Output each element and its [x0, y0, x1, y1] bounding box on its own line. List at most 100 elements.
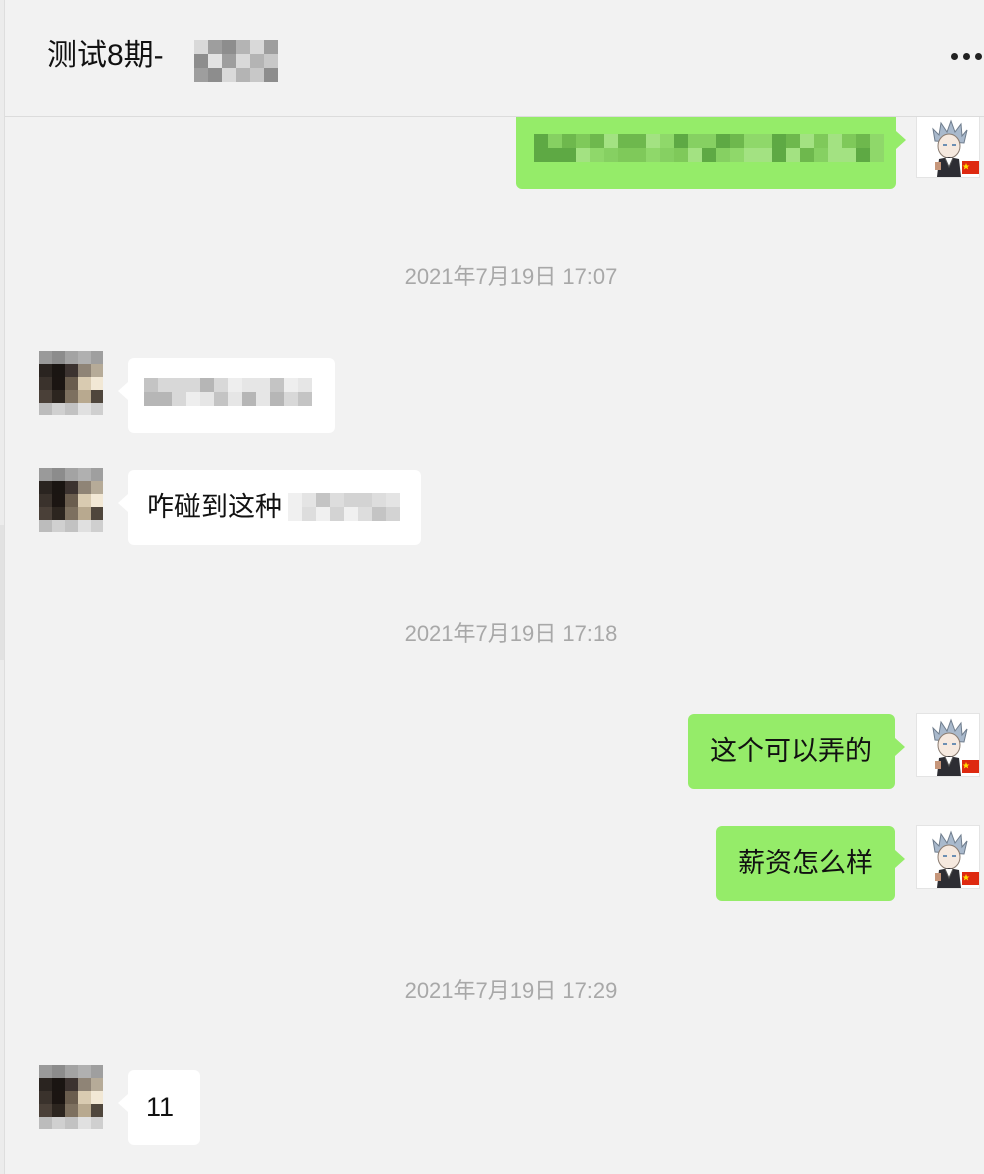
avatar-pixel: [78, 507, 91, 520]
chat-title: 测试8期-: [47, 39, 164, 72]
redacted-message-text: [144, 378, 312, 406]
avatar-pixel: [52, 390, 65, 403]
mosaic-cell: [688, 148, 702, 162]
mosaic-cell: [730, 148, 744, 162]
mosaic-cell: [800, 148, 814, 162]
avatar-pixel: [78, 494, 91, 507]
mosaic-cell: [618, 134, 632, 148]
mosaic-cell: [302, 507, 316, 521]
self-avatar[interactable]: [916, 825, 980, 889]
message-bubble-incoming[interactable]: 11: [118, 1070, 200, 1145]
avatar-pixel: [91, 1091, 103, 1104]
mosaic-cell: [758, 134, 772, 148]
avatar-pixel: [78, 1078, 91, 1091]
mosaic-cell: [236, 40, 250, 54]
mosaic-cell: [222, 54, 236, 68]
mosaic-cell: [590, 148, 604, 162]
message-bubble-incoming[interactable]: 咋碰到这种: [118, 470, 421, 545]
avatar-pixel: [91, 494, 103, 507]
mosaic-cell: [236, 54, 250, 68]
message-bubble-outgoing[interactable]: 这个可以弄的: [688, 714, 905, 789]
avatar-pixel: [65, 1065, 78, 1078]
avatar-pixel: [39, 1104, 52, 1117]
mosaic-cell: [208, 40, 222, 54]
self-avatar[interactable]: [916, 713, 980, 777]
avatar-pixel: [39, 403, 52, 415]
avatar-pixel: [91, 468, 103, 481]
avatar-pixel: [65, 520, 78, 532]
mosaic-cell: [236, 68, 250, 82]
avatar-pixel: [78, 1117, 91, 1129]
avatar-pixel: [52, 1091, 65, 1104]
contact-avatar[interactable]: [39, 468, 103, 532]
self-avatar[interactable]: [916, 117, 980, 178]
avatar-pixel: [52, 481, 65, 494]
avatar-pixel: [65, 481, 78, 494]
mosaic-cell: [284, 392, 298, 406]
mosaic-cell: [674, 148, 688, 162]
mosaic-cell: [702, 148, 716, 162]
avatar-pixel: [78, 468, 91, 481]
mosaic-cell: [330, 493, 344, 507]
mosaic-cell: [828, 148, 842, 162]
message-bubble-incoming[interactable]: [118, 358, 335, 433]
redacted-title-suffix: [194, 40, 278, 82]
mosaic-cell: [828, 134, 842, 148]
avatar-pixel: [39, 377, 52, 390]
redacted-message-text: [534, 134, 884, 162]
mosaic-cell: [548, 134, 562, 148]
mosaic-cell: [814, 134, 828, 148]
contact-avatar-image: [39, 351, 103, 415]
contact-avatar[interactable]: [39, 1065, 103, 1129]
mosaic-cell: [158, 378, 172, 392]
mosaic-cell: [172, 378, 186, 392]
mosaic-cell: [562, 148, 576, 162]
avatar-pixel: [78, 351, 91, 364]
timestamp-divider: 2021年7月19日 17:18: [404, 621, 618, 646]
mosaic-cell: [158, 392, 172, 406]
mosaic-cell: [386, 507, 400, 521]
mosaic-cell: [800, 134, 814, 148]
avatar-pixel: [91, 481, 103, 494]
mosaic-cell: [302, 493, 316, 507]
mosaic-cell: [358, 507, 372, 521]
mosaic-cell: [208, 54, 222, 68]
mosaic-cell: [186, 378, 200, 392]
more-options-button[interactable]: [945, 40, 984, 70]
mosaic-cell: [242, 392, 256, 406]
mosaic-cell: [214, 378, 228, 392]
mosaic-cell: [144, 392, 158, 406]
avatar-pixel: [78, 403, 91, 415]
avatar-pixel: [91, 351, 103, 364]
mosaic-cell: [200, 392, 214, 406]
mosaic-cell: [632, 148, 646, 162]
mosaic-cell: [618, 148, 632, 162]
avatar-pixel: [65, 351, 78, 364]
anime-character-avatar-icon: [932, 718, 979, 776]
message-text: 咋碰到这种: [147, 492, 282, 522]
message-bubble-outgoing[interactable]: [516, 117, 906, 189]
message-list[interactable]: 2021年7月19日 17:07 咋碰到这种 2021年7月19日 17:18 …: [5, 117, 984, 1174]
mosaic-cell: [842, 134, 856, 148]
mosaic-cell: [744, 148, 758, 162]
avatar-pixel: [39, 1065, 52, 1078]
avatar-pixel: [65, 1078, 78, 1091]
avatar-pixel: [39, 351, 52, 364]
mosaic-cell: [604, 134, 618, 148]
message-bubble-outgoing[interactable]: 薪资怎么样: [716, 826, 905, 901]
mosaic-cell: [604, 148, 618, 162]
avatar-pixel: [52, 507, 65, 520]
avatar-pixel: [91, 1117, 103, 1129]
mosaic-cell: [576, 148, 590, 162]
avatar-pixel: [39, 1078, 52, 1091]
mosaic-cell: [674, 134, 688, 148]
mosaic-cell: [534, 148, 548, 162]
mosaic-cell: [250, 40, 264, 54]
contact-avatar[interactable]: [39, 351, 103, 415]
mosaic-cell: [856, 134, 870, 148]
mosaic-cell: [646, 134, 660, 148]
mosaic-cell: [842, 148, 856, 162]
mosaic-cell: [316, 493, 330, 507]
avatar-pixel: [39, 507, 52, 520]
avatar-pixel: [65, 1104, 78, 1117]
